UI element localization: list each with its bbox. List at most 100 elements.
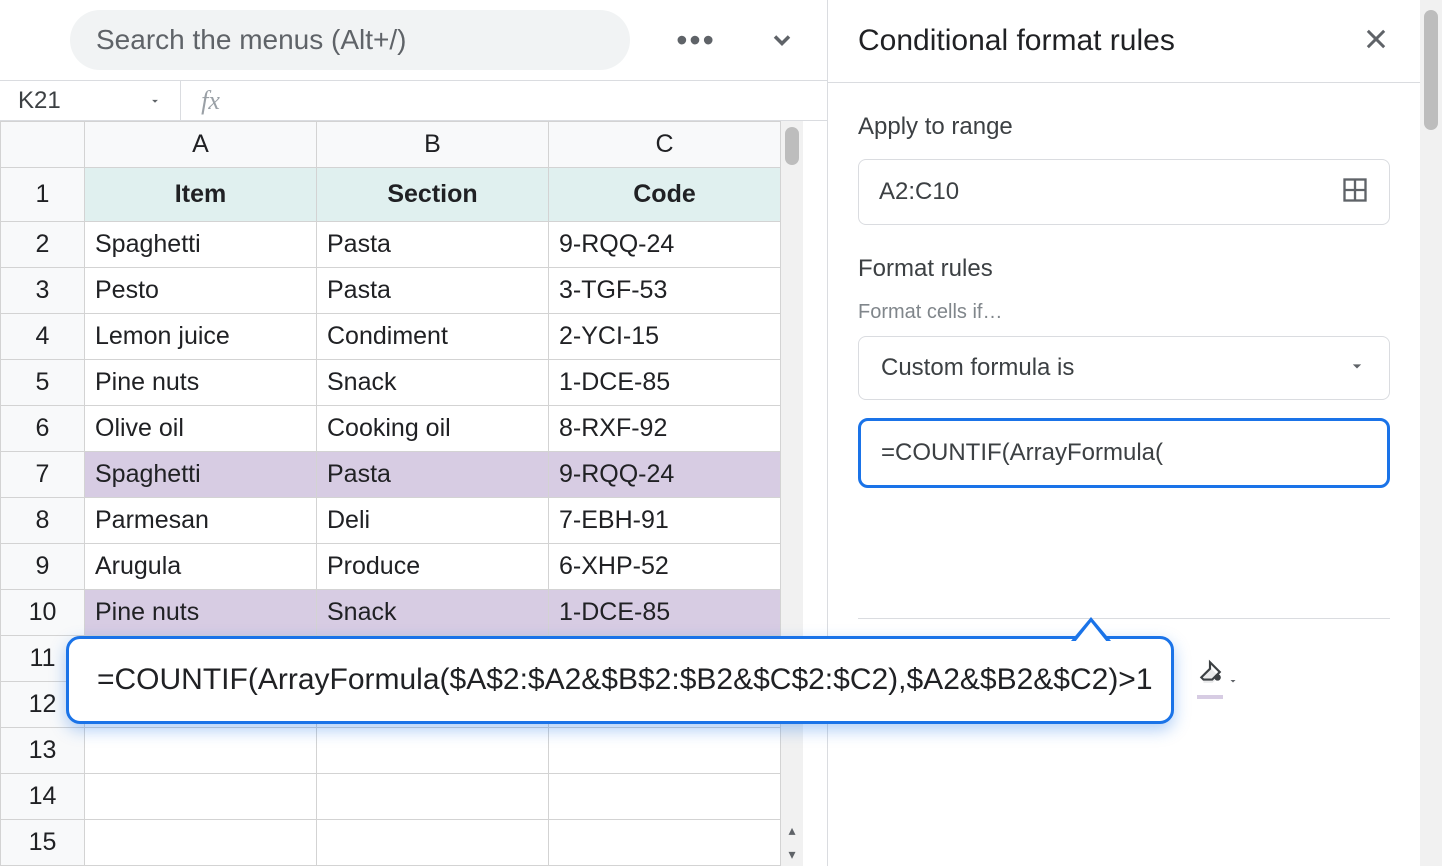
cell[interactable]: Olive oil (85, 406, 317, 452)
cell[interactable]: Spaghetti (85, 222, 317, 268)
table-row: 9ArugulaProduce6-XHP-52 (1, 544, 781, 590)
table-row: 1ItemSectionCode (1, 168, 781, 222)
cell[interactable]: 8-RXF-92 (549, 406, 781, 452)
apply-to-range-label: Apply to range (828, 83, 1420, 159)
fx-label: fx (180, 81, 240, 120)
cell[interactable] (85, 728, 317, 774)
table-row: 14 (1, 774, 781, 820)
row-header[interactable]: 1 (1, 168, 85, 222)
cell[interactable]: 7-EBH-91 (549, 498, 781, 544)
condition-dropdown[interactable]: Custom formula is (858, 336, 1390, 400)
name-box[interactable]: K21 (0, 87, 180, 115)
row-header[interactable]: 6 (1, 406, 85, 452)
row-header[interactable]: 4 (1, 314, 85, 360)
row-header[interactable]: 7 (1, 452, 85, 498)
cell[interactable]: Snack (317, 360, 549, 406)
cell[interactable]: Item (85, 168, 317, 222)
panel-scrollbar-thumb[interactable] (1424, 10, 1438, 130)
cell[interactable]: 9-RQQ-24 (549, 222, 781, 268)
format-rules-label: Format rules (828, 225, 1420, 301)
row-header[interactable]: 9 (1, 544, 85, 590)
paint-bucket-icon (1197, 659, 1223, 699)
cell[interactable]: Pesto (85, 268, 317, 314)
scroll-down-arrow-icon[interactable]: ▾ (781, 842, 803, 866)
cell[interactable]: Spaghetti (85, 452, 317, 498)
table-row: 8ParmesanDeli7-EBH-91 (1, 498, 781, 544)
cell[interactable]: Pine nuts (85, 360, 317, 406)
cell[interactable]: Code (549, 168, 781, 222)
cell[interactable]: Pine nuts (85, 590, 317, 636)
cell[interactable]: 2-YCI-15 (549, 314, 781, 360)
column-header-A[interactable]: A (85, 122, 317, 168)
more-menu-icon[interactable]: ••• (676, 22, 716, 59)
cell[interactable]: Section (317, 168, 549, 222)
row-header[interactable]: 10 (1, 590, 85, 636)
cell[interactable]: Pasta (317, 268, 549, 314)
cell[interactable] (85, 774, 317, 820)
column-header-B[interactable]: B (317, 122, 549, 168)
menu-search-placeholder: Search the menus (Alt+/) (96, 24, 406, 56)
table-row: 13 (1, 728, 781, 774)
custom-formula-input[interactable]: =COUNTIF(ArrayFormula( (858, 418, 1390, 488)
cell[interactable]: Snack (317, 590, 549, 636)
spreadsheet-grid[interactable]: A B C 1ItemSectionCode2SpaghettiPasta9-R… (0, 121, 781, 866)
collapse-chevron-icon[interactable] (762, 26, 802, 54)
scrollbar-thumb[interactable] (785, 127, 799, 165)
cell[interactable]: 1-DCE-85 (549, 590, 781, 636)
cell[interactable]: Arugula (85, 544, 317, 590)
table-row: 2SpaghettiPasta9-RQQ-24 (1, 222, 781, 268)
fill-color-button[interactable] (1198, 659, 1238, 699)
cell[interactable]: Pasta (317, 452, 549, 498)
name-box-caret-icon (148, 87, 162, 115)
cell[interactable]: Lemon juice (85, 314, 317, 360)
cell[interactable]: Deli (317, 498, 549, 544)
formula-bar-input[interactable] (240, 81, 827, 120)
scroll-up-arrow-icon[interactable]: ▴ (781, 818, 803, 842)
cell[interactable]: Pasta (317, 222, 549, 268)
cell[interactable]: 6-XHP-52 (549, 544, 781, 590)
cell[interactable]: 9-RQQ-24 (549, 452, 781, 498)
cell[interactable]: 1-DCE-85 (549, 360, 781, 406)
cell[interactable]: Cooking oil (317, 406, 549, 452)
cell[interactable] (317, 774, 549, 820)
cell[interactable] (549, 820, 781, 866)
select-all-corner[interactable] (1, 122, 85, 168)
column-header-C[interactable]: C (549, 122, 781, 168)
formula-callout-text: =COUNTIF(ArrayFormula($A$2:$A2&$B$2:$B2&… (97, 663, 1153, 696)
cell[interactable] (317, 728, 549, 774)
cell[interactable] (85, 820, 317, 866)
row-header[interactable]: 14 (1, 774, 85, 820)
format-cells-if-label: Format cells if… (828, 301, 1420, 336)
apply-to-range-field[interactable]: A2:C10 (858, 159, 1390, 225)
row-header[interactable]: 3 (1, 268, 85, 314)
table-row: 15 (1, 820, 781, 866)
vertical-scrollbar[interactable]: ▴ ▾ (781, 121, 803, 866)
menu-search-box[interactable]: Search the menus (Alt+/) (70, 10, 630, 70)
cell[interactable] (549, 728, 781, 774)
fill-color-caret-icon (1227, 663, 1239, 695)
row-header[interactable]: 15 (1, 820, 85, 866)
cell[interactable]: 3-TGF-53 (549, 268, 781, 314)
row-header[interactable]: 8 (1, 498, 85, 544)
panel-scrollbar[interactable] (1420, 0, 1442, 866)
custom-formula-text: =COUNTIF(ArrayFormula( (881, 439, 1163, 467)
row-header[interactable]: 2 (1, 222, 85, 268)
table-row: 10Pine nutsSnack1-DCE-85 (1, 590, 781, 636)
table-row: 7SpaghettiPasta9-RQQ-24 (1, 452, 781, 498)
cell[interactable]: Parmesan (85, 498, 317, 544)
cell[interactable] (317, 820, 549, 866)
panel-title: Conditional format rules (858, 24, 1175, 58)
cell[interactable]: Produce (317, 544, 549, 590)
range-value: A2:C10 (879, 178, 959, 206)
close-panel-button[interactable] (1362, 25, 1390, 58)
name-box-value: K21 (18, 87, 61, 115)
table-row: 4Lemon juiceCondiment2-YCI-15 (1, 314, 781, 360)
table-row: 3PestoPasta3-TGF-53 (1, 268, 781, 314)
formula-callout: =COUNTIF(ArrayFormula($A$2:$A2&$B$2:$B2&… (66, 636, 1174, 724)
cell[interactable] (549, 774, 781, 820)
table-row: 5Pine nutsSnack1-DCE-85 (1, 360, 781, 406)
row-header[interactable]: 13 (1, 728, 85, 774)
cell[interactable]: Condiment (317, 314, 549, 360)
select-range-grid-icon[interactable] (1341, 176, 1369, 209)
row-header[interactable]: 5 (1, 360, 85, 406)
